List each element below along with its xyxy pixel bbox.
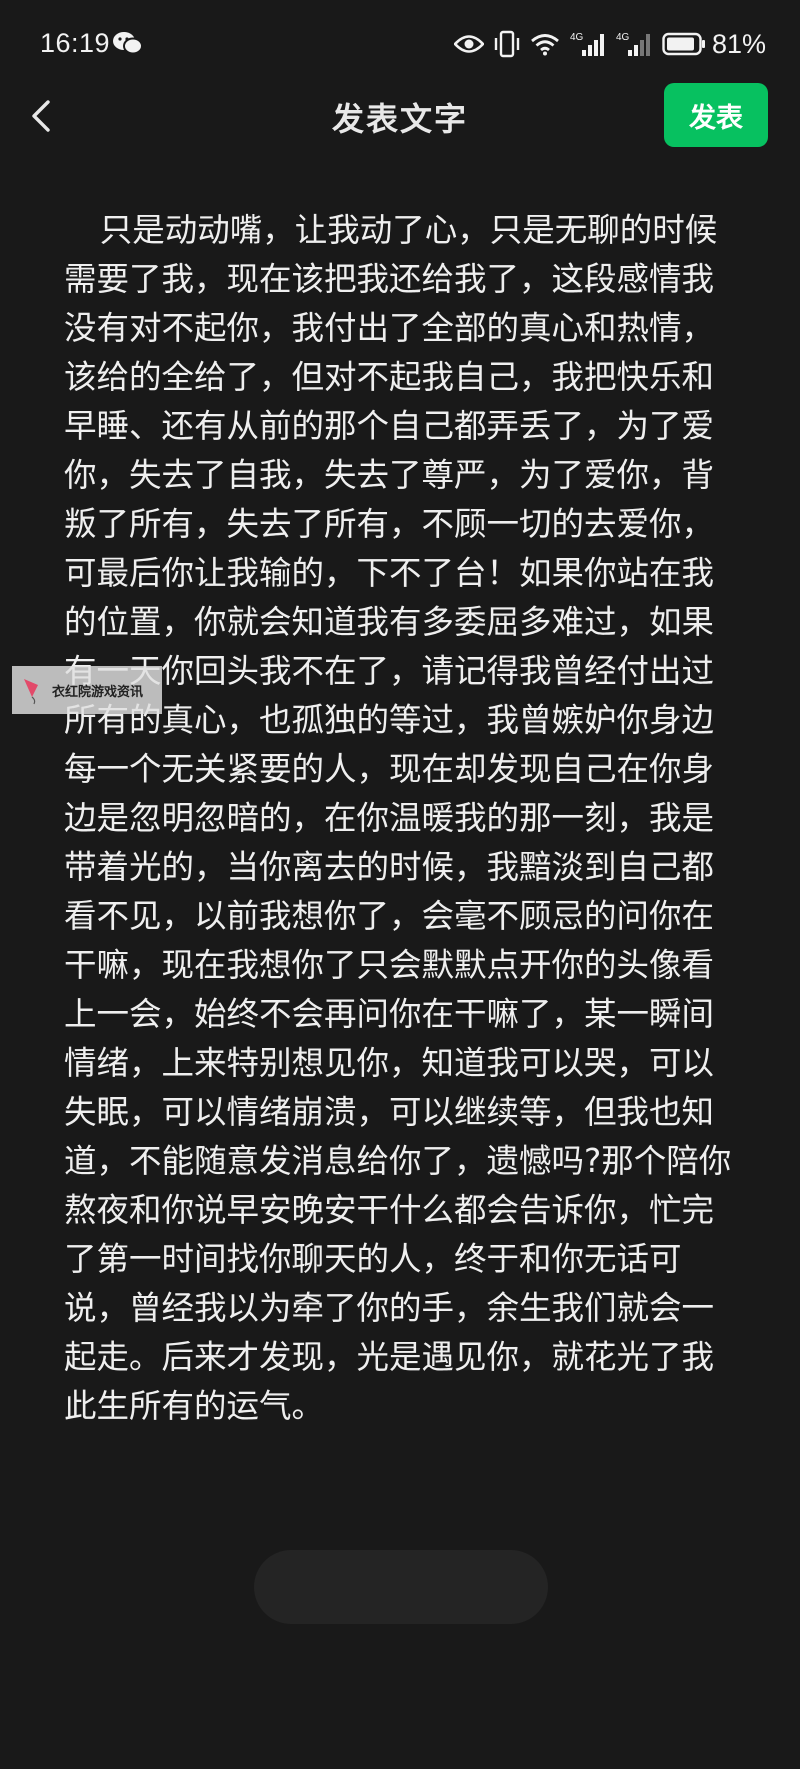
watermark-text: 衣红院游戏资讯: [52, 684, 144, 700]
status-bar: 16:19 4G 4G 81%: [0, 0, 800, 88]
publish-button[interactable]: 发表: [664, 83, 768, 147]
signal-4g-icon: 4G: [616, 32, 650, 56]
svg-text:4G: 4G: [570, 32, 584, 43]
eye-icon: [453, 35, 484, 53]
signal-4g-icon: 4G: [570, 32, 604, 56]
status-icons: 4G 4G 81%: [444, 26, 766, 62]
post-text-input[interactable]: 只是动动嘴，让我动了心，只是无聊的时候需要了我，现在该把我还给我了，这段感情我没…: [64, 206, 734, 1431]
wifi-icon: [531, 34, 559, 56]
battery-icon: [662, 32, 705, 56]
status-time: 16:19: [40, 28, 111, 58]
home-indicator[interactable]: [254, 1550, 548, 1624]
battery-percentage: 81%: [711, 28, 766, 59]
wechat-icon: [113, 32, 143, 55]
watermark: 衣红院游戏资讯: [12, 666, 162, 714]
navigation-bar: 发表文字 发表: [0, 80, 800, 154]
svg-text:4G: 4G: [616, 32, 630, 43]
vibrate-icon: [494, 30, 520, 58]
kite-icon: [24, 679, 38, 705]
